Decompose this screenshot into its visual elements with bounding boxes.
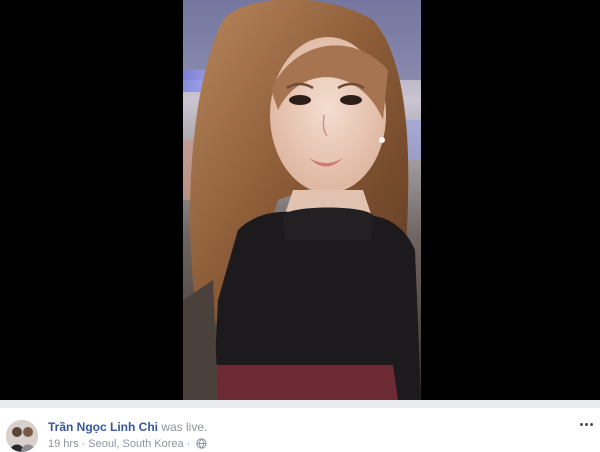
live-video-frame[interactable] (183, 0, 421, 400)
location-link[interactable]: Seoul, South Korea (88, 438, 183, 450)
post-title: Trần Ngọc Linh Chi was live. (48, 420, 207, 434)
more-options-icon[interactable] (578, 418, 596, 432)
meta-separator-2: · (186, 438, 191, 450)
post-separator (0, 400, 600, 408)
post-header: Trần Ngọc Linh Chi was live. 19 hrs · Seou… (0, 408, 600, 452)
live-status-text: was live. (158, 420, 208, 434)
post-timestamp[interactable]: 19 hrs (48, 438, 79, 450)
more-dot (585, 423, 588, 426)
video-player[interactable] (0, 0, 600, 400)
video-still-image (183, 0, 421, 400)
more-dot (590, 423, 593, 426)
meta-separator: · (81, 438, 86, 450)
avatar[interactable] (6, 420, 38, 452)
author-name-link[interactable]: Trần Ngọc Linh Chi (48, 420, 158, 434)
avatar-image (6, 420, 38, 452)
more-dot (580, 423, 583, 426)
